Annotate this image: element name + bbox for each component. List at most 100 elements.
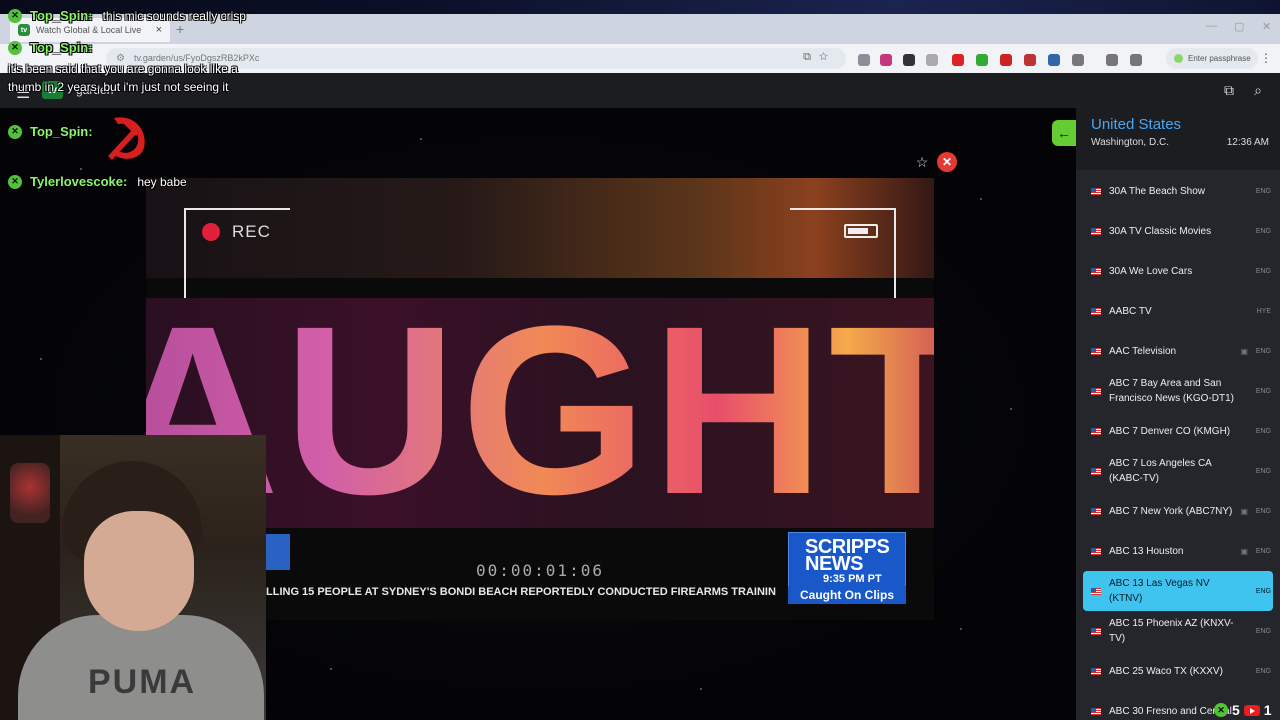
chat-badge-icon: ✕ <box>8 40 22 55</box>
cast-icon[interactable]: ⧉ <box>1220 82 1238 100</box>
us-flag-icon <box>1091 307 1101 315</box>
channel-language: ENG <box>1255 507 1271 515</box>
channel-name: ABC 7 Denver CO (KMGH) <box>1109 425 1231 437</box>
channel-language: ENG <box>1255 427 1271 435</box>
search-icon[interactable]: ⌕ <box>1249 82 1267 100</box>
chat-username: Tylerlovescoke: <box>30 174 128 189</box>
kick-badge-icon: ✕ <box>1214 703 1228 717</box>
rec-dot-icon <box>202 223 220 241</box>
chat-text: this mic sounds really crisp <box>102 8 246 23</box>
chat-badge-icon: ✕ <box>8 8 22 23</box>
chat-username: Top_Spin: <box>30 124 93 139</box>
chat-text: it's been said that you are gonna look l… <box>8 62 238 94</box>
channel-language: HYE <box>1256 307 1271 315</box>
wall-decoration <box>10 463 50 523</box>
channel-item[interactable]: ABC 13 Houston ▣ ENG <box>1076 531 1280 571</box>
channel-language: ENG <box>1255 587 1271 595</box>
country-title[interactable]: United States <box>1091 116 1181 133</box>
maximize-icon[interactable]: ▢ <box>1234 20 1244 33</box>
channel-item[interactable]: ABC 13 Las Vegas NV (KTNV) ENG <box>1083 571 1273 611</box>
channel-language: ENG <box>1255 267 1271 275</box>
media-control-icon[interactable] <box>1130 54 1142 66</box>
channel-name: ABC 7 Bay Area and San Francisco News (K… <box>1109 378 1235 404</box>
tv-icon: ▣ <box>1240 506 1248 516</box>
extension-icon[interactable] <box>926 54 938 66</box>
tv-icon: ▣ <box>1240 546 1248 556</box>
chat-username: Top_Spin: <box>30 40 93 55</box>
channel-item[interactable]: AABC TV HYE <box>1076 291 1280 331</box>
reading-list-icon[interactable] <box>1106 54 1118 66</box>
stream-counters: ✕ 5 1 <box>1214 702 1272 718</box>
us-flag-icon <box>1091 467 1101 475</box>
channel-item[interactable]: ABC 25 Waco TX (KXXV) ENG <box>1076 651 1280 691</box>
chat-message: ✕ Top_Spin: <box>8 40 103 55</box>
channel-item[interactable]: 30A We Love Cars ENG <box>1076 251 1280 291</box>
extension-icon[interactable] <box>976 54 988 66</box>
channel-item[interactable]: ABC 7 Denver CO (KMGH) ENG <box>1076 411 1280 451</box>
extension-icon[interactable] <box>858 54 870 66</box>
chat-username: Top_Spin: <box>30 8 93 23</box>
us-flag-icon <box>1091 587 1101 595</box>
local-time: 12:36 AM <box>1226 137 1269 148</box>
us-flag-icon <box>1091 347 1101 355</box>
passphrase-button[interactable]: Enter passphrase <box>1166 48 1258 69</box>
channel-name: AABC TV <box>1109 305 1152 317</box>
network-time: 9:35 PM PT <box>823 573 882 585</box>
channel-list: 30A The Beach Show ENG 30A TV Classic Movi… <box>1076 171 1280 720</box>
extension-icon[interactable] <box>1024 54 1036 66</box>
channel-item[interactable]: ABC 15 Phoenix AZ (KNXV-TV) ENG <box>1076 611 1280 651</box>
channel-item[interactable]: ABC 7 New York (ABC7NY) ▣ ENG <box>1076 491 1280 531</box>
chat-badge-icon: ✕ <box>8 174 22 189</box>
tv-icon: ▣ <box>1240 346 1248 356</box>
us-flag-icon <box>1091 507 1101 515</box>
channel-item[interactable]: 30A The Beach Show ENG <box>1076 171 1280 211</box>
chat-text: hey babe <box>137 174 187 189</box>
tab-close-icon[interactable]: × <box>156 24 162 36</box>
program-name: Caught On Clips <box>788 586 906 604</box>
us-flag-icon <box>1091 707 1101 715</box>
favorite-star-icon[interactable]: ☆ <box>913 153 931 171</box>
hammer-sickle-emote-icon <box>108 117 145 160</box>
channel-sidebar: United States Washington, D.C. 12:36 AM … <box>1076 108 1280 720</box>
chat-message: ✕ Tylerlovescoke: hey babe <box>8 174 187 189</box>
browser-menu-icon[interactable]: ⋮ <box>1260 51 1272 65</box>
channel-item[interactable]: AAC Television ▣ ENG <box>1076 331 1280 371</box>
channel-name: 30A We Love Cars <box>1109 265 1193 277</box>
sidebar-header: United States Washington, D.C. 12:36 AM <box>1076 108 1280 170</box>
extension-icon[interactable] <box>880 54 892 66</box>
extension-icon[interactable] <box>1000 54 1012 66</box>
extension-icon[interactable] <box>1048 54 1060 66</box>
streamer-face <box>84 511 194 631</box>
timecode: 00:00:01:06 <box>476 561 604 580</box>
chat-message: ✕ Top_Spin: this mic sounds really crisp <box>8 8 246 23</box>
channel-language: ENG <box>1255 667 1271 675</box>
battery-icon <box>844 224 878 238</box>
close-player-button[interactable]: ✕ <box>937 152 957 172</box>
channel-item[interactable]: ABC 7 Bay Area and San Francisco News (K… <box>1076 371 1280 411</box>
window-close-icon[interactable]: ✕ <box>1262 20 1271 33</box>
shirt-logo: PUMA <box>88 663 197 701</box>
channel-name: ABC 13 Houston <box>1109 545 1184 557</box>
tv-garden-favicon-icon: tv <box>18 24 30 36</box>
us-flag-icon <box>1091 267 1101 275</box>
extensions-puzzle-icon[interactable] <box>1072 54 1084 66</box>
channel-name: 30A TV Classic Movies <box>1109 225 1212 237</box>
bookmark-star-icon[interactable]: ⧉☆ <box>803 51 836 64</box>
collapse-sidebar-button[interactable]: ← <box>1052 120 1076 146</box>
lower-third-accent <box>266 534 290 570</box>
channel-name: ABC 15 Phoenix AZ (KNXV-TV) <box>1109 618 1234 644</box>
channel-item[interactable]: 30A TV Classic Movies ENG <box>1076 211 1280 251</box>
us-flag-icon <box>1091 427 1101 435</box>
minimize-icon[interactable]: — <box>1206 20 1217 32</box>
channel-name: AAC Television <box>1109 345 1177 357</box>
extension-icon[interactable] <box>903 54 915 66</box>
new-tab-icon[interactable]: + <box>176 21 184 37</box>
passphrase-label: Enter passphrase <box>1188 54 1251 63</box>
city-name: Washington, D.C. <box>1091 137 1169 148</box>
us-flag-icon <box>1091 547 1101 555</box>
channel-name: ABC 13 Las Vegas NV (KTNV) <box>1109 578 1210 604</box>
channel-name: ABC 7 New York (ABC7NY) <box>1109 505 1233 517</box>
extension-icon[interactable] <box>952 54 964 66</box>
channel-item[interactable]: ABC 7 Los Angeles CA (KABC-TV) ENG <box>1076 451 1280 491</box>
us-flag-icon <box>1091 627 1101 635</box>
